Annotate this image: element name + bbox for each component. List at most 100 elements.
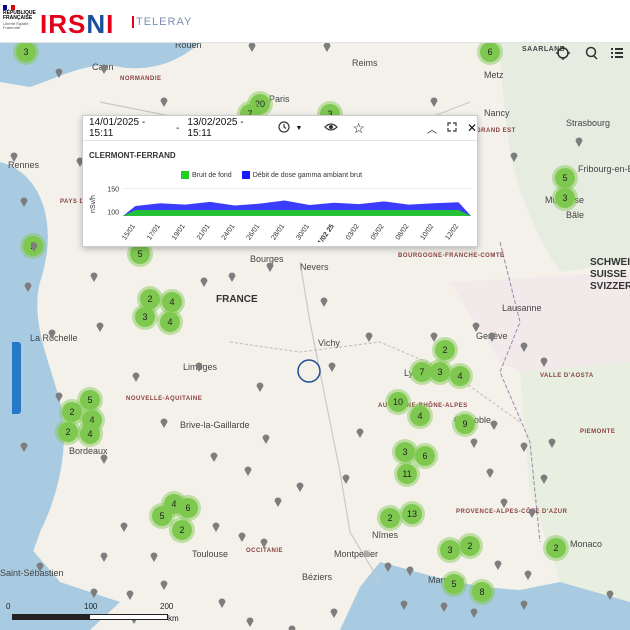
- station-pin-icon[interactable]: [470, 608, 478, 618]
- station-pin-icon[interactable]: [24, 282, 32, 292]
- star-icon[interactable]: ☆: [352, 120, 365, 137]
- station-pin-icon[interactable]: [195, 362, 203, 372]
- station-pin-icon[interactable]: [472, 322, 480, 332]
- locate-icon[interactable]: [556, 46, 570, 63]
- station-pin-icon[interactable]: [30, 242, 38, 252]
- station-pin-icon[interactable]: [356, 428, 364, 438]
- station-cluster[interactable]: 4: [80, 424, 100, 444]
- station-cluster[interactable]: 5: [152, 506, 172, 526]
- station-pin-icon[interactable]: [384, 562, 392, 572]
- station-pin-icon[interactable]: [20, 197, 28, 207]
- station-pin-icon[interactable]: [540, 474, 548, 484]
- station-pin-icon[interactable]: [120, 522, 128, 532]
- station-cluster[interactable]: 6: [415, 446, 435, 466]
- station-cluster[interactable]: 2: [460, 536, 480, 556]
- station-cluster[interactable]: 6: [178, 498, 198, 518]
- station-pin-icon[interactable]: [132, 372, 140, 382]
- station-pin-icon[interactable]: [126, 590, 134, 600]
- station-pin-icon[interactable]: [96, 322, 104, 332]
- station-cluster[interactable]: 10: [388, 392, 408, 412]
- station-pin-icon[interactable]: [10, 152, 18, 162]
- station-pin-icon[interactable]: [160, 97, 168, 107]
- station-pin-icon[interactable]: [256, 382, 264, 392]
- dose-chart[interactable]: nSv/h 150 10015/01 17/01 19/01 21/01 24/01 26/0…: [83, 182, 477, 242]
- station-pin-icon[interactable]: [200, 277, 208, 287]
- station-cluster[interactable]: 4: [162, 292, 182, 312]
- station-cluster[interactable]: 4: [160, 312, 180, 332]
- station-pin-icon[interactable]: [248, 42, 256, 52]
- station-pin-icon[interactable]: [440, 602, 448, 612]
- station-pin-icon[interactable]: [524, 570, 532, 580]
- station-pin-icon[interactable]: [520, 342, 528, 352]
- station-cluster[interactable]: 11: [397, 464, 417, 484]
- collapse-icon[interactable]: ︿: [427, 121, 437, 136]
- station-pin-icon[interactable]: [260, 538, 268, 548]
- list-icon[interactable]: [610, 46, 624, 63]
- side-panel-toggle[interactable]: [12, 342, 21, 414]
- station-pin-icon[interactable]: [488, 332, 496, 342]
- station-cluster[interactable]: 5: [444, 574, 464, 594]
- legend-item-raw[interactable]: Débit de dose gamma ambiant brut: [241, 171, 362, 179]
- station-pin-icon[interactable]: [100, 64, 108, 74]
- legend-item-background[interactable]: Bruit de fond: [181, 171, 232, 179]
- station-pin-icon[interactable]: [328, 362, 336, 372]
- station-cluster[interactable]: 4: [410, 406, 430, 426]
- date-start[interactable]: 14/01/2025 - 15:11: [89, 117, 168, 139]
- station-pin-icon[interactable]: [55, 68, 63, 78]
- station-pin-icon[interactable]: [520, 600, 528, 610]
- station-pin-icon[interactable]: [20, 442, 28, 452]
- station-pin-icon[interactable]: [244, 466, 252, 476]
- station-pin-icon[interactable]: [540, 357, 548, 367]
- station-pin-icon[interactable]: [330, 608, 338, 618]
- station-cluster[interactable]: 2: [546, 538, 566, 558]
- station-pin-icon[interactable]: [238, 532, 246, 542]
- station-pin-icon[interactable]: [55, 392, 63, 402]
- station-cluster[interactable]: 8: [472, 582, 492, 602]
- station-pin-icon[interactable]: [212, 522, 220, 532]
- station-pin-icon[interactable]: [150, 552, 158, 562]
- station-pin-icon[interactable]: [288, 625, 296, 630]
- station-pin-icon[interactable]: [365, 332, 373, 342]
- station-cluster[interactable]: 7: [412, 362, 432, 382]
- eye-icon[interactable]: [324, 122, 339, 135]
- station-pin-icon[interactable]: [296, 482, 304, 492]
- station-pin-icon[interactable]: [246, 617, 254, 627]
- station-pin-icon[interactable]: [490, 420, 498, 430]
- station-pin-icon[interactable]: [90, 588, 98, 598]
- expand-icon[interactable]: [447, 121, 457, 135]
- close-icon[interactable]: ✕: [467, 121, 477, 135]
- station-cluster[interactable]: 2: [435, 340, 455, 360]
- station-pin-icon[interactable]: [100, 552, 108, 562]
- station-pin-icon[interactable]: [528, 508, 536, 518]
- station-cluster[interactable]: 3: [135, 307, 155, 327]
- station-pin-icon[interactable]: [262, 434, 270, 444]
- station-pin-icon[interactable]: [320, 297, 328, 307]
- station-cluster[interactable]: 2: [172, 520, 192, 540]
- date-end[interactable]: 13/02/2025 - 15:11: [187, 117, 266, 139]
- station-pin-icon[interactable]: [548, 438, 556, 448]
- station-cluster[interactable]: 3: [555, 188, 575, 208]
- station-cluster[interactable]: 2: [62, 402, 82, 422]
- station-pin-icon[interactable]: [218, 598, 226, 608]
- station-pin-icon[interactable]: [36, 562, 44, 572]
- station-pin-icon[interactable]: [606, 590, 614, 600]
- station-pin-icon[interactable]: [494, 560, 502, 570]
- station-pin-icon[interactable]: [510, 152, 518, 162]
- station-pin-icon[interactable]: [470, 438, 478, 448]
- station-pin-icon[interactable]: [406, 566, 414, 576]
- station-pin-icon[interactable]: [160, 418, 168, 428]
- station-pin-icon[interactable]: [575, 137, 583, 147]
- station-pin-icon[interactable]: [48, 329, 56, 339]
- station-pin-icon[interactable]: [266, 262, 274, 272]
- station-pin-icon[interactable]: [274, 497, 282, 507]
- station-cluster[interactable]: 3: [440, 540, 460, 560]
- station-pin-icon[interactable]: [90, 272, 98, 282]
- station-cluster[interactable]: 9: [455, 414, 475, 434]
- irsn-logo[interactable]: IRSNI: [40, 9, 114, 40]
- station-cluster[interactable]: 2: [380, 508, 400, 528]
- station-pin-icon[interactable]: [500, 498, 508, 508]
- history-icon[interactable]: [278, 120, 291, 136]
- station-pin-icon[interactable]: [486, 468, 494, 478]
- station-pin-icon[interactable]: [520, 442, 528, 452]
- station-pin-icon[interactable]: [160, 580, 168, 590]
